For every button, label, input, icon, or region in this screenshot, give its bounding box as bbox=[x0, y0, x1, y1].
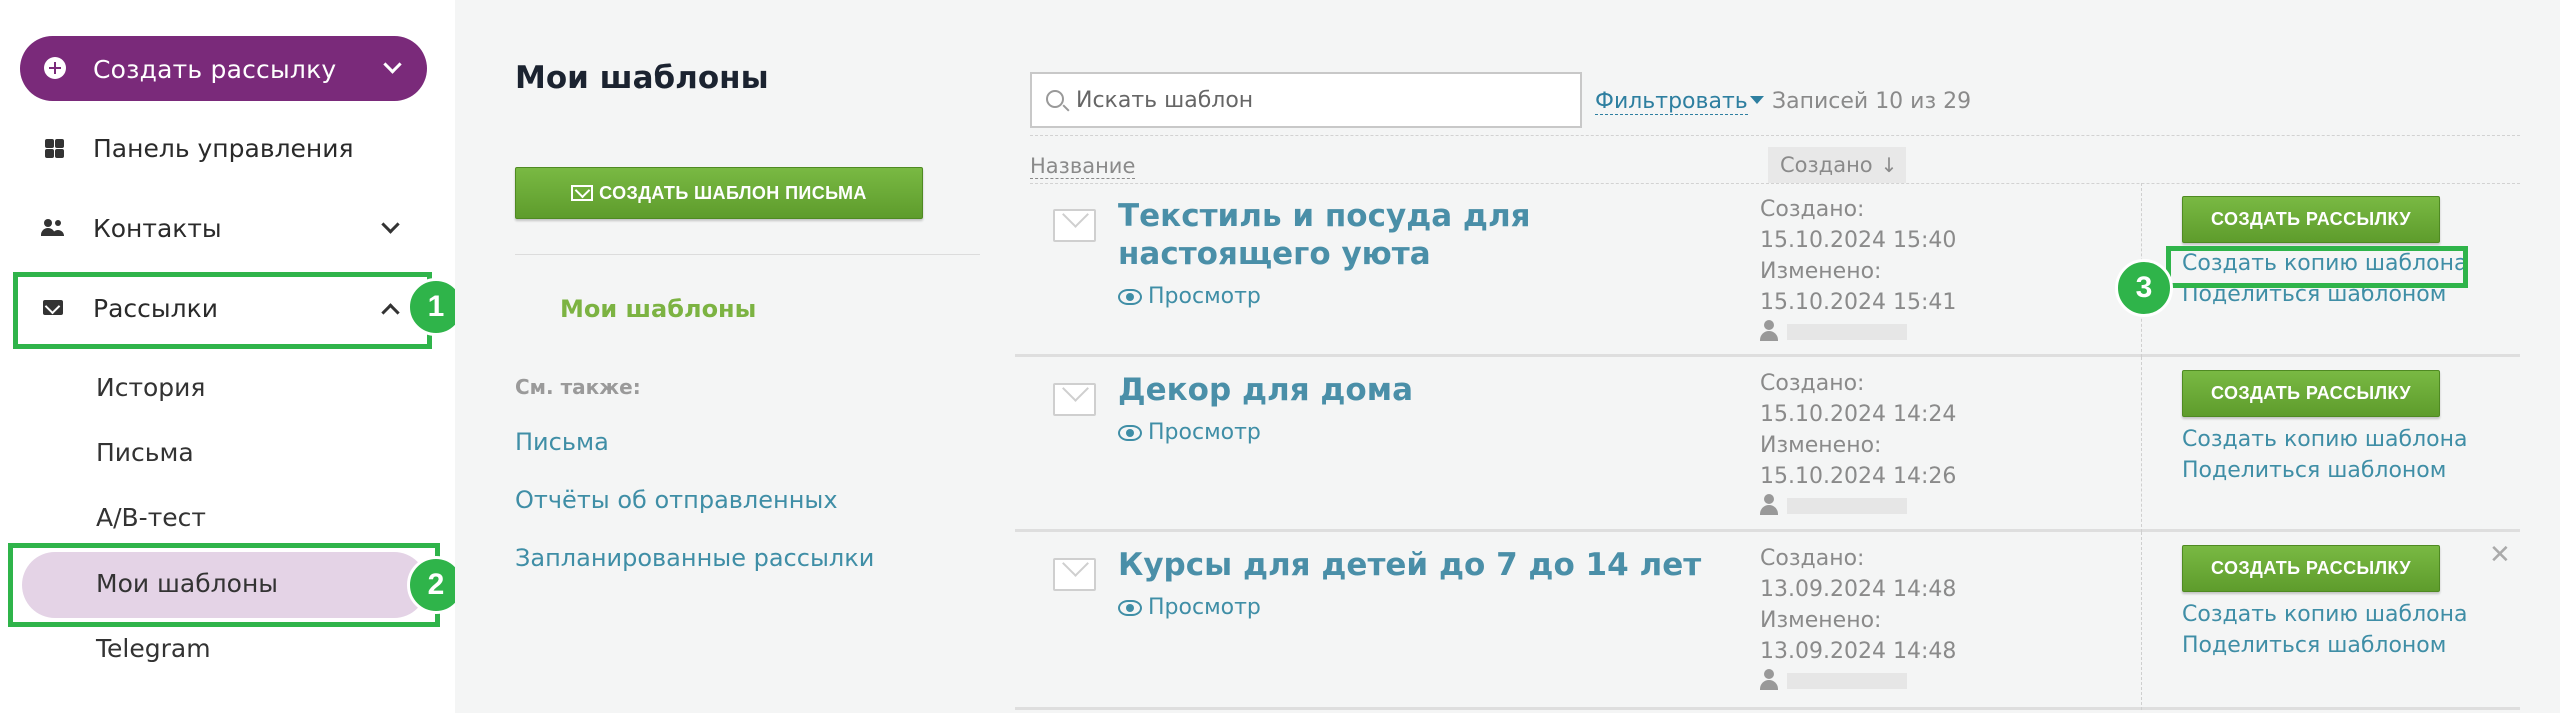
view-label: Просмотр bbox=[1148, 284, 1261, 309]
user-icon bbox=[1760, 494, 1778, 516]
modified-label: Изменено: bbox=[1760, 259, 1882, 284]
templates-subnav-panel: Мои шаблоны СОЗДАТЬ ШАБЛОН ПИСЬМА Мои ша… bbox=[455, 0, 1005, 713]
sidebar-item-contacts[interactable]: Контакты bbox=[0, 198, 440, 258]
filter-dropdown[interactable]: Фильтровать bbox=[1595, 89, 1748, 115]
sidebar-item-dashboard[interactable]: Панель управления bbox=[0, 118, 440, 178]
search-box[interactable] bbox=[1030, 72, 1582, 128]
sidebar-item-label: Контакты bbox=[93, 213, 222, 243]
modified-date: 13.09.2024 14:48 bbox=[1760, 639, 1957, 664]
link-sent-reports[interactable]: Отчёты об отправленных bbox=[515, 486, 838, 514]
sort-arrow-icon: ↓ bbox=[1880, 153, 1898, 177]
created-label: Создано: bbox=[1760, 197, 1865, 222]
modified-date: 15.10.2024 14:26 bbox=[1760, 464, 1957, 489]
templates-list-area: Фильтровать Записей 10 из 29 Название Со… bbox=[1005, 0, 2560, 713]
search-icon bbox=[1046, 90, 1064, 108]
author-name-blurred bbox=[1787, 498, 1907, 514]
view-label: Просмотр bbox=[1148, 595, 1261, 620]
create-template-label: СОЗДАТЬ ШАБЛОН ПИСЬМА bbox=[599, 182, 867, 203]
sidebar-subitem-ab-test[interactable]: A/B-тест bbox=[96, 503, 206, 532]
view-label: Просмотр bbox=[1148, 420, 1261, 445]
view-link[interactable]: Просмотр bbox=[1118, 420, 1261, 445]
template-dates: Создано: 15.10.2024 14:24 Изменено: 15.1… bbox=[1760, 368, 1956, 492]
author-name-blurred bbox=[1787, 324, 1907, 340]
template-title[interactable]: Курсы для детей до 7 до 14 лет bbox=[1118, 546, 1738, 584]
sidebar-subitem-history[interactable]: История bbox=[96, 373, 205, 402]
template-dates: Создано: 15.10.2024 15:40 Изменено: 15.1… bbox=[1760, 194, 1956, 318]
modified-label: Изменено: bbox=[1760, 433, 1882, 458]
sidebar-subitem-letters[interactable]: Письма bbox=[96, 438, 194, 467]
button-label: СОЗДАТЬ РАССЫЛКУ bbox=[2211, 383, 2411, 403]
table-row: Курсы для детей до 7 до 14 лет Просмотр … bbox=[1015, 532, 2520, 710]
share-template-link[interactable]: Поделиться шаблоном bbox=[2182, 458, 2446, 483]
create-mailing-label: Создать рассылку bbox=[93, 55, 337, 84]
author-name-blurred bbox=[1787, 673, 1907, 689]
divider bbox=[515, 254, 980, 255]
envelope-icon bbox=[1053, 383, 1096, 416]
divider bbox=[1030, 135, 2520, 136]
modified-label: Изменено: bbox=[1760, 608, 1882, 633]
copy-template-link[interactable]: Создать копию шаблона bbox=[2182, 602, 2468, 627]
modified-date: 15.10.2024 15:41 bbox=[1760, 290, 1957, 315]
chevron-down-icon bbox=[381, 215, 400, 234]
template-title[interactable]: Декор для дома bbox=[1118, 371, 1738, 409]
user-icon bbox=[1760, 669, 1778, 691]
button-label: СОЗДАТЬ РАССЫЛКУ bbox=[2211, 558, 2411, 578]
create-mailing-button[interactable]: Создать рассылку bbox=[20, 36, 427, 101]
create-mailing-from-template-button[interactable]: СОЗДАТЬ РАССЫЛКУ bbox=[2182, 196, 2440, 243]
table-row: Декор для дома Просмотр Создано: 15.10.2… bbox=[1015, 357, 2520, 532]
column-header-created[interactable]: Создано ↓ bbox=[1768, 147, 1906, 183]
template-dates: Создано: 13.09.2024 14:48 Изменено: 13.0… bbox=[1760, 543, 1956, 667]
search-input[interactable] bbox=[1076, 84, 1566, 116]
eye-icon bbox=[1118, 424, 1142, 441]
envelope-icon bbox=[1053, 558, 1096, 591]
chevron-down-icon bbox=[383, 55, 402, 74]
column-header-name[interactable]: Название bbox=[1030, 154, 1136, 179]
button-label: СОЗДАТЬ РАССЫЛКУ bbox=[2211, 209, 2411, 229]
page-title: Мои шаблоны bbox=[515, 60, 769, 96]
highlight-frame-my-templates bbox=[8, 543, 440, 627]
caret-down-icon[interactable] bbox=[1750, 96, 1764, 104]
view-link[interactable]: Просмотр bbox=[1118, 595, 1261, 620]
sidebar-item-label: Панель управления bbox=[93, 133, 354, 163]
created-label: Создано: bbox=[1760, 371, 1865, 396]
create-template-button[interactable]: СОЗДАТЬ ШАБЛОН ПИСЬМА bbox=[515, 167, 923, 219]
divider bbox=[2141, 532, 2142, 710]
envelope-icon bbox=[1053, 209, 1096, 242]
eye-icon bbox=[1118, 288, 1142, 305]
highlight-frame-copy-template bbox=[2166, 246, 2468, 288]
close-icon[interactable]: ✕ bbox=[2489, 540, 2511, 570]
view-link[interactable]: Просмотр bbox=[1118, 284, 1261, 309]
column-header-created-label: Создано bbox=[1780, 153, 1873, 177]
plus-icon bbox=[44, 57, 66, 79]
created-label: Создано: bbox=[1760, 546, 1865, 571]
created-date: 15.10.2024 15:40 bbox=[1760, 228, 1957, 253]
envelope-icon bbox=[571, 185, 594, 201]
records-count: Записей 10 из 29 bbox=[1772, 89, 1972, 114]
user-icon bbox=[1760, 320, 1778, 342]
subnav-my-templates[interactable]: Мои шаблоны bbox=[560, 295, 756, 323]
sidebar-subitem-telegram[interactable]: Telegram bbox=[96, 634, 211, 663]
grid-icon bbox=[41, 135, 67, 161]
link-letters[interactable]: Письма bbox=[515, 428, 609, 456]
share-template-link[interactable]: Поделиться шаблоном bbox=[2182, 633, 2446, 658]
created-date: 13.09.2024 14:48 bbox=[1760, 577, 1957, 602]
sidebar: Создать рассылку Панель управления Конта… bbox=[0, 0, 465, 713]
see-also-label: См. также: bbox=[515, 375, 641, 399]
template-title[interactable]: Текстиль и посуда для настоящего уюта bbox=[1118, 197, 1738, 273]
step-badge-3: 3 bbox=[2115, 259, 2173, 317]
divider bbox=[2141, 357, 2142, 532]
highlight-frame-mailings bbox=[13, 272, 432, 349]
eye-icon bbox=[1118, 599, 1142, 616]
people-icon bbox=[41, 215, 67, 241]
copy-template-link[interactable]: Создать копию шаблона bbox=[2182, 427, 2468, 452]
created-date: 15.10.2024 14:24 bbox=[1760, 402, 1957, 427]
link-scheduled-mailings[interactable]: Запланированные рассылки bbox=[515, 544, 874, 572]
create-mailing-from-template-button[interactable]: СОЗДАТЬ РАССЫЛКУ bbox=[2182, 545, 2440, 592]
create-mailing-from-template-button[interactable]: СОЗДАТЬ РАССЫЛКУ bbox=[2182, 370, 2440, 417]
table-row: Текстиль и посуда для настоящего уюта Пр… bbox=[1015, 183, 2520, 357]
